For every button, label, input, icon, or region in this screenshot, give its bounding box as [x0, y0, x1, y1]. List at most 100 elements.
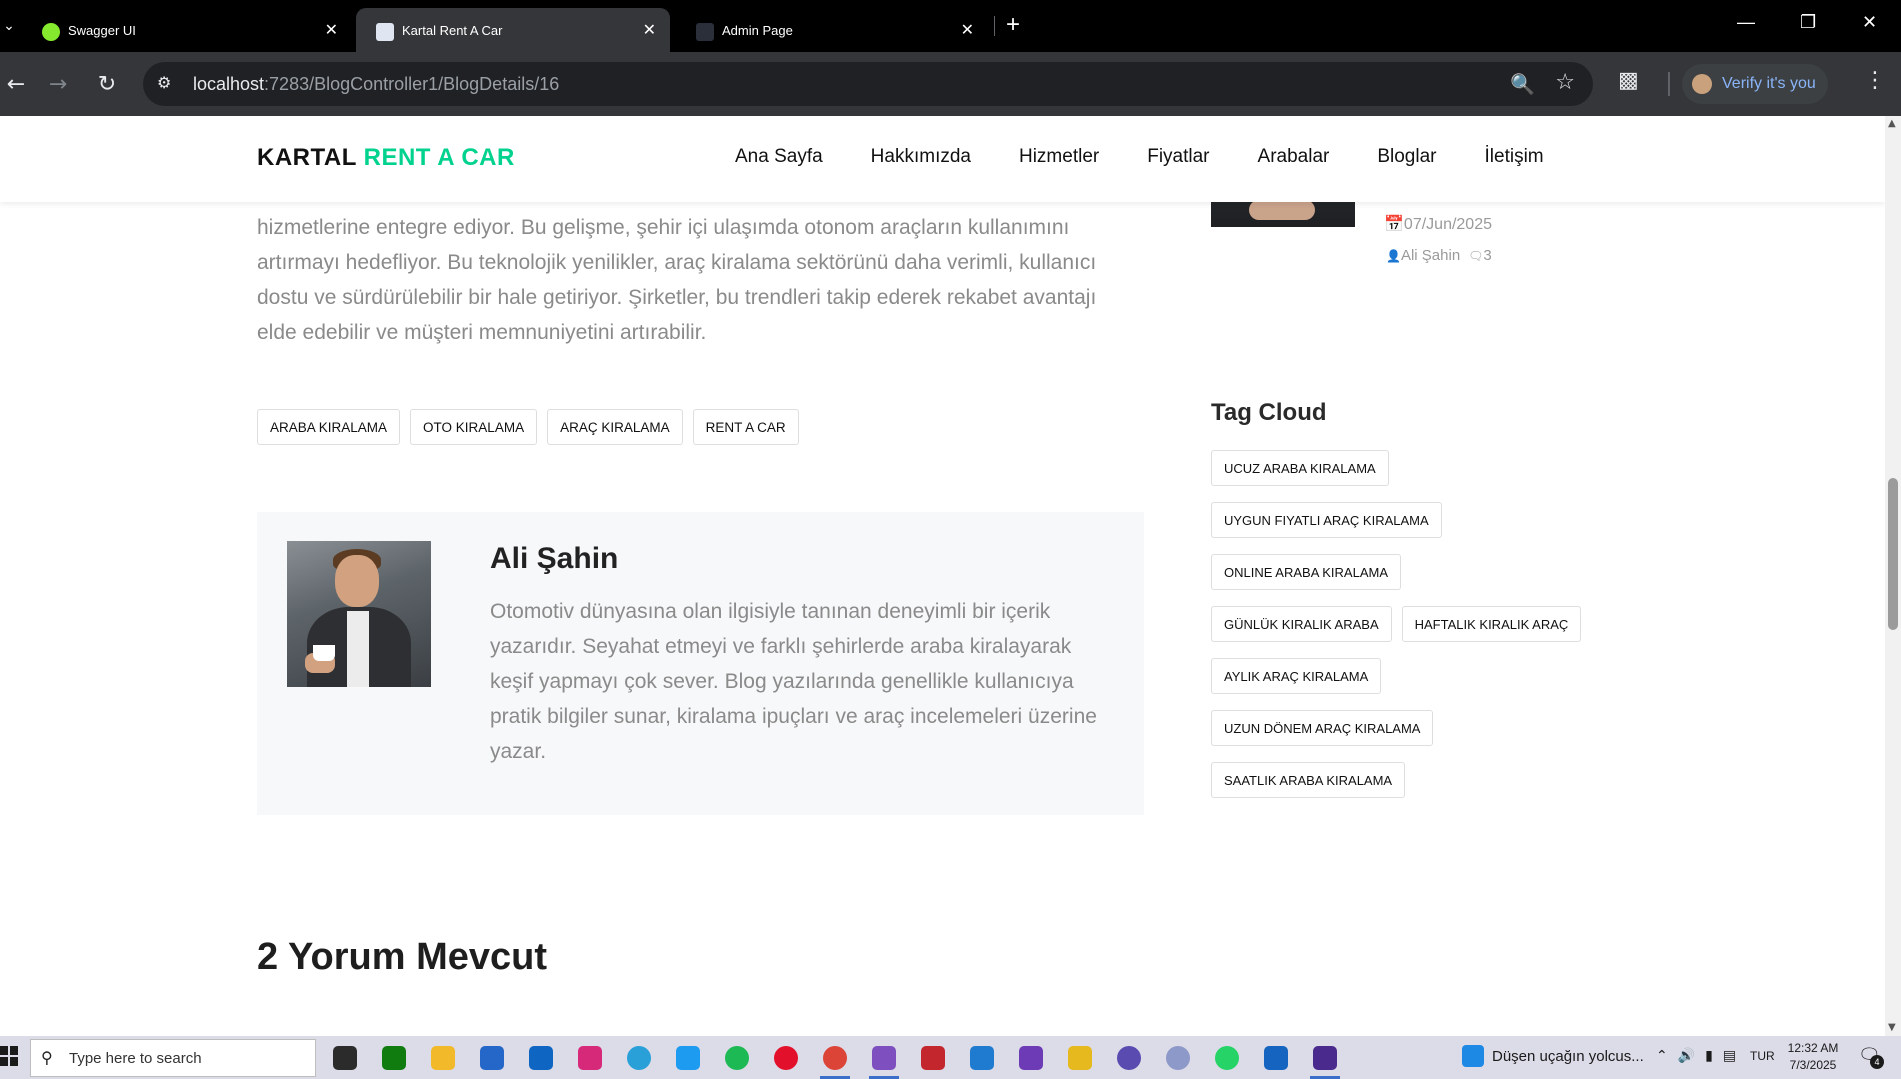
task-view-icon[interactable]: [326, 1042, 364, 1074]
vscode-icon[interactable]: [963, 1042, 1001, 1074]
recent-post-comments[interactable]: 🗨3: [1468, 247, 1492, 264]
tag-cloud-item[interactable]: SAATLIK ARABA KIRALAMA: [1211, 762, 1406, 798]
outlook-icon[interactable]: [522, 1042, 560, 1074]
article-tag[interactable]: ARAÇ KIRALAMA: [547, 409, 683, 445]
nav-bloglar[interactable]: Bloglar: [1377, 146, 1436, 168]
visual-studio-2-icon[interactable]: [1012, 1042, 1050, 1074]
profile-button[interactable]: Verify it's you: [1682, 64, 1828, 104]
new-tab-plus-icon[interactable]: +: [1006, 11, 1020, 39]
toolbar-separator: [1668, 72, 1670, 96]
news-headline: Düşen uçağın yolcus...: [1492, 1047, 1644, 1065]
forward-arrow-icon[interactable]: →: [42, 68, 74, 100]
back-arrow-icon[interactable]: ←: [0, 68, 32, 100]
scroll-down-arrow-icon[interactable]: ▼: [1888, 1022, 1896, 1033]
tag-cloud-item[interactable]: ONLINE ARABA KIRALAMA: [1211, 554, 1402, 590]
extensions-puzzle-icon[interactable]: ▩: [1618, 68, 1639, 93]
tray-chevron-up-icon[interactable]: ⌃: [1656, 1048, 1668, 1064]
restore-icon[interactable]: ❐: [1800, 12, 1816, 33]
reload-icon[interactable]: ↻: [91, 68, 123, 100]
whatsapp-icon[interactable]: [1208, 1042, 1246, 1074]
article-tag[interactable]: ARABA KIRALAMA: [257, 409, 401, 445]
volume-icon[interactable]: 🔊: [1678, 1048, 1695, 1064]
tag-cloud-item[interactable]: UYGUN FIYATLI ARAÇ KIRALAMA: [1211, 502, 1442, 538]
windows-start-icon[interactable]: [0, 1046, 18, 1068]
site-info-icon[interactable]: ⚙: [157, 73, 179, 95]
file-explorer-icon[interactable]: [424, 1042, 462, 1074]
scroll-up-arrow-icon[interactable]: ▲: [1888, 118, 1896, 129]
input-language[interactable]: TUR: [1750, 1049, 1775, 1063]
recent-post-author[interactable]: 👤Ali Şahin: [1386, 247, 1460, 264]
search-icon: ⚲: [41, 1050, 53, 1067]
author-bio-box: Ali Şahin Otomotiv dünyasına olan ilgisi…: [257, 512, 1144, 815]
tab-swagger-ui[interactable]: Swagger UI ✕: [22, 8, 352, 52]
tag-cloud-item[interactable]: HAFTALIK KIRALIK ARAÇ: [1401, 606, 1582, 642]
site-header: KARTAL RENT A CAR Ana Sayfa Hakkımızda H…: [0, 116, 1885, 202]
telegram-icon[interactable]: [620, 1042, 658, 1074]
main-navigation: Ana Sayfa Hakkımızda Hizmetler Fiyatlar …: [735, 146, 1544, 168]
admin-favicon-icon: [696, 23, 714, 41]
close-window-icon[interactable]: ✕: [1862, 12, 1877, 33]
notification-count: 4: [1870, 1055, 1884, 1069]
app-yellow-icon[interactable]: [1061, 1042, 1099, 1074]
twitter-icon[interactable]: [669, 1042, 707, 1074]
scrollbar-thumb[interactable]: [1888, 478, 1898, 630]
address-bar[interactable]: ⚙ localhost:7283/BlogController1/BlogDet…: [143, 62, 1593, 106]
tab-search-chevron-icon[interactable]: ⌄: [0, 14, 18, 38]
tab-title: Admin Page: [722, 22, 793, 38]
microsoft-store-icon[interactable]: [473, 1042, 511, 1074]
profile-avatar: [1692, 74, 1712, 94]
zoom-icon[interactable]: 🔍: [1510, 72, 1535, 96]
chrome-icon[interactable]: [816, 1042, 854, 1079]
url-text[interactable]: localhost:7283/BlogController1/BlogDetai…: [193, 74, 559, 95]
nav-ana-sayfa[interactable]: Ana Sayfa: [735, 146, 823, 168]
article-tags: ARABA KIRALAMA OTO KIRALAMA ARAÇ KIRALAM…: [257, 409, 799, 445]
close-tab-icon[interactable]: ✕: [643, 20, 656, 40]
tag-cloud-item[interactable]: GÜNLÜK KIRALIK ARABA: [1211, 606, 1392, 642]
app-red-icon[interactable]: [914, 1042, 952, 1074]
recent-post-date-text: 07/Jun/2025: [1403, 216, 1492, 233]
visual-studio-icon[interactable]: [865, 1042, 903, 1079]
tab-title: Swagger UI: [68, 22, 136, 38]
app-swirl-icon[interactable]: [1110, 1042, 1148, 1074]
tag-cloud-title: Tag Cloud: [1211, 399, 1327, 426]
nav-arabalar[interactable]: Arabalar: [1258, 146, 1330, 168]
taskbar-news-widget[interactable]: Düşen uçağın yolcus...: [1462, 1045, 1644, 1067]
tag-cloud-item[interactable]: UCUZ ARABA KIRALAMA: [1211, 450, 1389, 486]
nav-hakkimizda[interactable]: Hakkımızda: [871, 146, 971, 168]
article-tag[interactable]: OTO KIRALAMA: [410, 409, 538, 445]
nav-iletisim[interactable]: İletişim: [1485, 146, 1544, 168]
battery-icon[interactable]: ▮: [1705, 1048, 1713, 1064]
person-icon: 👤: [1386, 249, 1401, 263]
close-tab-icon[interactable]: ✕: [961, 20, 974, 40]
browser-menu-icon[interactable]: ⋮: [1864, 68, 1886, 93]
clock-time: 12:32 AM: [1787, 1041, 1839, 1055]
article-body-text: hizmetlerine entegre ediyor. Bu gelişme,…: [257, 216, 1097, 344]
tab-kartal-rent-a-car[interactable]: Kartal Rent A Car ✕: [356, 8, 670, 52]
site-logo[interactable]: KARTAL RENT A CAR: [257, 144, 515, 172]
taskbar-search-box[interactable]: ⚲ Type here to search: [30, 1039, 316, 1077]
page-scrollbar[interactable]: ▲ ▼: [1885, 116, 1901, 1036]
r-icon[interactable]: [1159, 1042, 1197, 1074]
minimize-icon[interactable]: —: [1737, 12, 1755, 33]
tag-cloud-item[interactable]: AYLIK ARAÇ KIRALAMA: [1211, 658, 1382, 694]
tab-admin-page[interactable]: Admin Page ✕: [676, 8, 988, 52]
app-blue-icon[interactable]: [1257, 1042, 1295, 1074]
taskbar-clock[interactable]: 12:32 AM 7/3/2025: [1784, 1040, 1842, 1074]
notification-center-icon[interactable]: 🗨 4: [1858, 1045, 1884, 1069]
nav-fiyatlar[interactable]: Fiyatlar: [1147, 146, 1209, 168]
opera-icon[interactable]: [767, 1042, 805, 1074]
article-tag[interactable]: RENT A CAR: [692, 409, 799, 445]
instagram-icon[interactable]: [571, 1042, 609, 1074]
spotify-icon[interactable]: [718, 1042, 756, 1074]
bookmark-star-icon[interactable]: ☆: [1555, 70, 1575, 95]
tag-cloud-item[interactable]: UZUN DÖNEM ARAÇ KIRALAMA: [1211, 710, 1434, 746]
clock-date: 7/3/2025: [1789, 1058, 1837, 1072]
url-path: :7283/BlogController1/BlogDetails/16: [264, 74, 560, 94]
nav-hizmetler[interactable]: Hizmetler: [1019, 146, 1099, 168]
tab-title: Kartal Rent A Car: [402, 22, 503, 38]
app-purple-icon[interactable]: [1306, 1042, 1344, 1079]
network-icon[interactable]: ▤: [1723, 1048, 1736, 1064]
xbox-icon[interactable]: [375, 1042, 413, 1074]
close-tab-icon[interactable]: ✕: [325, 20, 338, 40]
tag-cloud: UCUZ ARABA KIRALAMA UYGUN FIYATLI ARAÇ K…: [1211, 450, 1611, 798]
